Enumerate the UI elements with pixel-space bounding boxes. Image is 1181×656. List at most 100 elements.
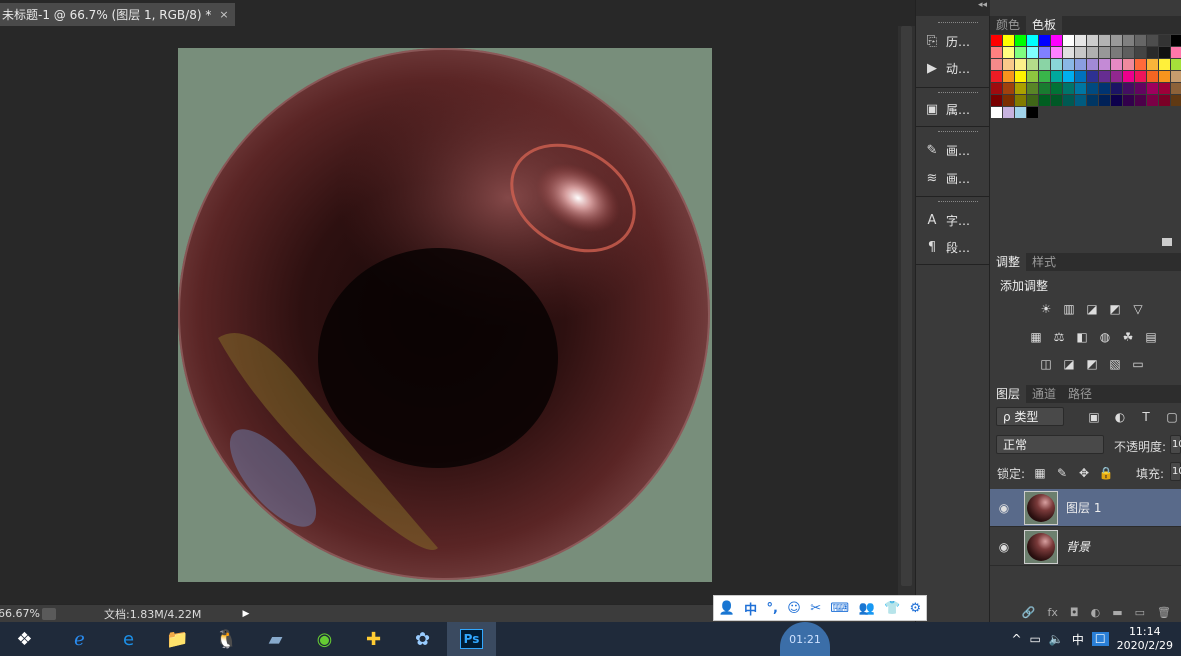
- color-swatch[interactable]: [1147, 71, 1158, 82]
- color-swatch[interactable]: [1063, 59, 1074, 70]
- color-swatch[interactable]: [1003, 83, 1014, 94]
- color-swatch[interactable]: [1159, 59, 1170, 70]
- color-swatch[interactable]: [1087, 35, 1098, 46]
- vertical-scrollbar[interactable]: [898, 26, 915, 604]
- color-swatch[interactable]: [1015, 107, 1026, 118]
- color-swatch[interactable]: [1015, 95, 1026, 106]
- color-swatch[interactable]: [1051, 35, 1062, 46]
- color-swatch[interactable]: [1087, 95, 1098, 106]
- color-swatch[interactable]: [1123, 83, 1134, 94]
- color-balance-icon[interactable]: ⚖: [1051, 330, 1067, 344]
- color-swatch[interactable]: [1159, 71, 1170, 82]
- ime-settings-icon[interactable]: ⚙: [910, 601, 922, 616]
- color-swatch[interactable]: [1087, 47, 1098, 58]
- add-mask-icon[interactable]: ◘: [1070, 606, 1079, 619]
- type-filter-icon[interactable]: T: [1138, 410, 1154, 424]
- color-swatch[interactable]: [1027, 83, 1038, 94]
- color-swatch[interactable]: [1099, 47, 1110, 58]
- color-swatch[interactable]: [991, 95, 1002, 106]
- color-swatch[interactable]: [1015, 47, 1026, 58]
- color-swatch[interactable]: [1111, 95, 1122, 106]
- color-swatch[interactable]: [1123, 95, 1134, 106]
- color-swatch[interactable]: [1099, 59, 1110, 70]
- color-swatch[interactable]: [1063, 35, 1074, 46]
- pixel-filter-icon[interactable]: ▣: [1086, 410, 1102, 424]
- color-swatch[interactable]: [1171, 59, 1181, 70]
- document-canvas[interactable]: [178, 48, 712, 582]
- tray-volume-icon[interactable]: 🔈: [1049, 632, 1064, 646]
- color-swatch[interactable]: [1111, 83, 1122, 94]
- color-swatch[interactable]: [1123, 47, 1134, 58]
- layer-row-layer1[interactable]: ◉ 图层 1: [990, 489, 1181, 527]
- color-swatch[interactable]: [1027, 47, 1038, 58]
- shape-filter-icon[interactable]: ▢: [1164, 410, 1180, 424]
- color-swatch[interactable]: [1147, 47, 1158, 58]
- status-icon[interactable]: [42, 607, 56, 620]
- color-swatch[interactable]: [1111, 35, 1122, 46]
- ime-keyboard-icon[interactable]: ⌨: [830, 601, 849, 616]
- tray-battery-icon[interactable]: ▭: [1030, 632, 1041, 646]
- photo-filter-icon[interactable]: ◍: [1097, 330, 1113, 344]
- edge-icon[interactable]: e: [104, 622, 153, 656]
- color-swatch[interactable]: [1159, 35, 1170, 46]
- zoom-level[interactable]: 66.67%: [0, 607, 42, 620]
- tray-notify-icon[interactable]: ☐: [1091, 632, 1109, 646]
- panel-paragraph[interactable]: ¶ 段…: [924, 235, 986, 259]
- color-swatch[interactable]: [1003, 71, 1014, 82]
- color-swatch[interactable]: [1003, 47, 1014, 58]
- tray-ime-indicator[interactable]: 中: [1072, 631, 1084, 648]
- color-lookup-icon[interactable]: ▤: [1143, 330, 1159, 344]
- start-icon[interactable]: ❖: [0, 622, 49, 656]
- tab-layers[interactable]: 图层: [990, 385, 1027, 403]
- layer-style-icon[interactable]: fx: [1048, 606, 1058, 619]
- color-swatch[interactable]: [1063, 47, 1074, 58]
- color-swatch[interactable]: [1135, 83, 1146, 94]
- color-swatch[interactable]: [1063, 71, 1074, 82]
- scroll-thumb[interactable]: [901, 26, 912, 586]
- lock-image-icon[interactable]: ✎: [1054, 466, 1070, 480]
- color-swatch[interactable]: [1051, 59, 1062, 70]
- color-swatch[interactable]: [1039, 95, 1050, 106]
- photoshop-icon[interactable]: Ps: [447, 622, 496, 656]
- panel-grip[interactable]: [938, 92, 978, 95]
- delete-layer-icon[interactable]: 🗑: [1157, 606, 1171, 619]
- color-swatch[interactable]: [1099, 35, 1110, 46]
- color-swatch[interactable]: [1027, 35, 1038, 46]
- color-swatch[interactable]: [1003, 59, 1014, 70]
- layer-name[interactable]: 图层 1: [1066, 499, 1101, 516]
- ime-screenshot-icon[interactable]: ✂: [810, 601, 821, 616]
- tab-adjustments[interactable]: 调整: [990, 253, 1027, 271]
- tab-swatches[interactable]: 色板: [1026, 16, 1063, 34]
- color-swatch[interactable]: [1039, 35, 1050, 46]
- color-swatch[interactable]: [1075, 83, 1086, 94]
- tab-channels[interactable]: 通道: [1026, 385, 1062, 403]
- color-swatch[interactable]: [1147, 83, 1158, 94]
- tab-paths[interactable]: 路径: [1062, 385, 1098, 403]
- color-swatch[interactable]: [1027, 107, 1038, 118]
- color-swatch[interactable]: [1147, 35, 1158, 46]
- color-swatch[interactable]: [1171, 35, 1181, 46]
- color-swatch[interactable]: [1075, 95, 1086, 106]
- color-swatch[interactable]: [1159, 95, 1170, 106]
- color-swatch[interactable]: [1123, 59, 1134, 70]
- hue-saturation-icon[interactable]: ▦: [1028, 330, 1044, 344]
- color-swatch[interactable]: [1015, 71, 1026, 82]
- color-swatch[interactable]: [991, 47, 1002, 58]
- color-swatch[interactable]: [1003, 35, 1014, 46]
- exposure-icon[interactable]: ◩: [1107, 302, 1123, 316]
- channel-mixer-icon[interactable]: ☘: [1120, 330, 1136, 344]
- layer-name[interactable]: 背景: [1066, 538, 1090, 555]
- color-swatch[interactable]: [1111, 71, 1122, 82]
- color-swatch[interactable]: [1111, 59, 1122, 70]
- color-swatch[interactable]: [991, 71, 1002, 82]
- color-swatch[interactable]: [1015, 83, 1026, 94]
- close-tab-icon[interactable]: ×: [219, 8, 228, 21]
- color-swatch[interactable]: [1135, 35, 1146, 46]
- color-swatch[interactable]: [1075, 35, 1086, 46]
- color-swatch[interactable]: [1075, 59, 1086, 70]
- ie-icon[interactable]: ℯ: [55, 622, 104, 656]
- new-layer-icon[interactable]: ▭: [1135, 606, 1145, 619]
- visibility-eye-icon[interactable]: ◉: [990, 540, 1018, 554]
- panel-grip[interactable]: [938, 201, 978, 204]
- clock[interactable]: 11:14 2020/2/29: [1117, 625, 1173, 653]
